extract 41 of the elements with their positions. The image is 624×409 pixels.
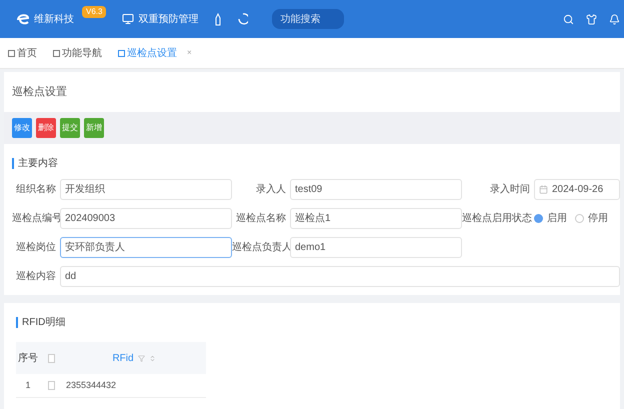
input-field[interactable]: dd	[60, 266, 620, 287]
logo-text: 维新科技	[34, 12, 74, 26]
monitor-icon[interactable]	[122, 13, 134, 25]
section-title: RFID明细	[22, 316, 66, 330]
bell-icon[interactable]	[609, 14, 620, 24]
module-title[interactable]: 双重预防管理	[138, 12, 198, 26]
version-badge: V6.3	[82, 6, 106, 18]
field-label: 巡检点名称	[235, 212, 287, 226]
column-header: 序号	[17, 352, 39, 366]
table-cell-text: 2355344432	[65, 378, 118, 392]
input-field[interactable]: 202409003	[60, 208, 232, 229]
tab[interactable]: 功能导航	[53, 46, 102, 60]
toolbar-button[interactable]: 删除	[36, 118, 56, 138]
search-field[interactable]: 功能搜索	[272, 9, 344, 29]
field-label: 录入人	[255, 182, 287, 197]
calendar-icon	[539, 185, 548, 194]
input-field[interactable]: 安环部负责人	[60, 237, 232, 258]
radio-option[interactable]: 停用	[575, 211, 608, 226]
field-label: 录入时间	[489, 182, 531, 197]
search-icon[interactable]	[563, 14, 574, 24]
radio-option[interactable]: 启用	[534, 211, 567, 226]
input-field[interactable]: 开发组织	[60, 179, 232, 200]
logo-icon	[16, 12, 30, 26]
field-label: 巡检岗位	[15, 240, 57, 255]
shirt-icon[interactable]	[586, 14, 597, 24]
tab[interactable]: 巡检点设置 ×	[118, 46, 192, 60]
checkbox[interactable]	[48, 354, 54, 362]
table-cell-text: 1	[24, 378, 32, 392]
field-label: 组织名称	[15, 183, 57, 197]
input-field[interactable]: 2024-09-26	[534, 179, 620, 200]
refresh-icon[interactable]	[238, 13, 248, 25]
input-field[interactable]: 巡检点1	[290, 208, 462, 229]
field-label: 巡检点启用状态	[462, 212, 533, 226]
input-field[interactable]: test09	[290, 179, 462, 200]
tab[interactable]: 首页	[8, 46, 37, 60]
input-field[interactable]: demo1	[290, 237, 462, 258]
field-label: 巡检点编号	[12, 212, 60, 226]
section-title: 主要内容	[18, 156, 58, 171]
checkbox[interactable]	[48, 381, 54, 390]
page-title: 巡检点设置	[12, 84, 67, 100]
field-label: 巡检内容	[15, 270, 57, 284]
